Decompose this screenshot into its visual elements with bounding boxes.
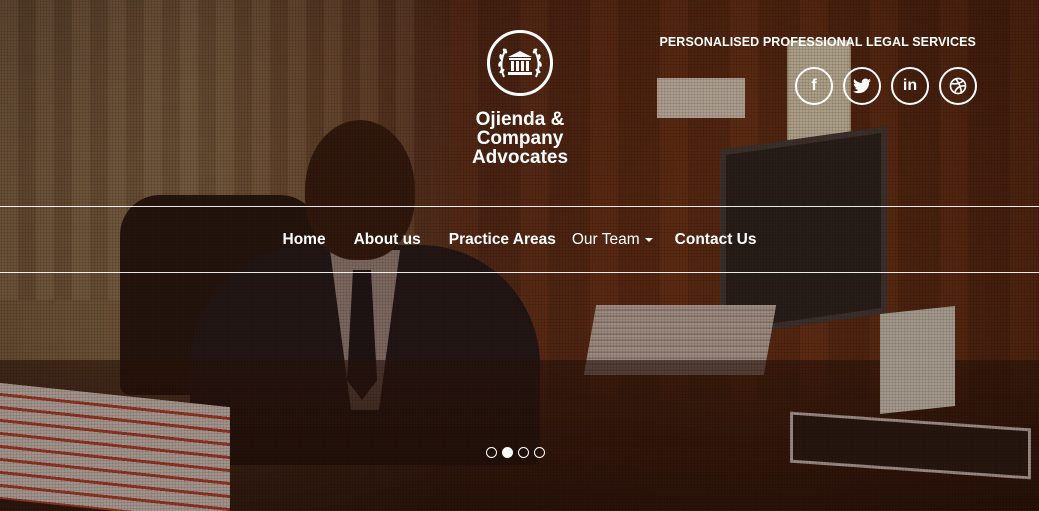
facebook-icon[interactable]: f bbox=[795, 67, 833, 105]
main-nav: Home About us Practice Areas Our Team Co… bbox=[0, 207, 1039, 273]
dribbble-icon[interactable] bbox=[939, 67, 977, 105]
nav-contact-us[interactable]: Contact Us bbox=[661, 231, 771, 249]
slider-dot[interactable] bbox=[486, 447, 497, 458]
firm-name-line3: Advocates bbox=[471, 147, 569, 168]
twitter-icon[interactable] bbox=[843, 67, 881, 105]
firm-name-line2: Company bbox=[476, 128, 564, 149]
nav-home[interactable]: Home bbox=[269, 231, 340, 249]
slider-indicators bbox=[486, 447, 545, 458]
courthouse-laurel-icon bbox=[487, 30, 553, 96]
tagline: PERSONALISED PROFESSIONAL LEGAL SERVICES bbox=[659, 35, 976, 49]
nav-bottom-divider bbox=[0, 272, 1039, 273]
slider-dot-active[interactable] bbox=[502, 447, 513, 458]
nav-about-us[interactable]: About us bbox=[340, 231, 435, 249]
social-links: f in bbox=[795, 67, 977, 105]
caret-down-icon bbox=[644, 237, 653, 242]
firm-name: Ojienda & Company Advocates bbox=[470, 110, 570, 167]
slider-dot[interactable] bbox=[534, 447, 545, 458]
slider-dot[interactable] bbox=[518, 447, 529, 458]
nav-practice-areas[interactable]: Practice Areas bbox=[435, 231, 570, 249]
logo-link[interactable]: Ojienda & Company Advocates bbox=[470, 30, 570, 167]
firm-name-line1: Ojienda & bbox=[475, 109, 565, 130]
linkedin-icon[interactable]: in bbox=[891, 67, 929, 105]
nav-our-team[interactable]: Our Team bbox=[570, 231, 661, 249]
hero-banner: Ojienda & Company Advocates PERSONALISED… bbox=[0, 0, 1039, 511]
nav-our-team-label: Our Team bbox=[571, 231, 640, 248]
